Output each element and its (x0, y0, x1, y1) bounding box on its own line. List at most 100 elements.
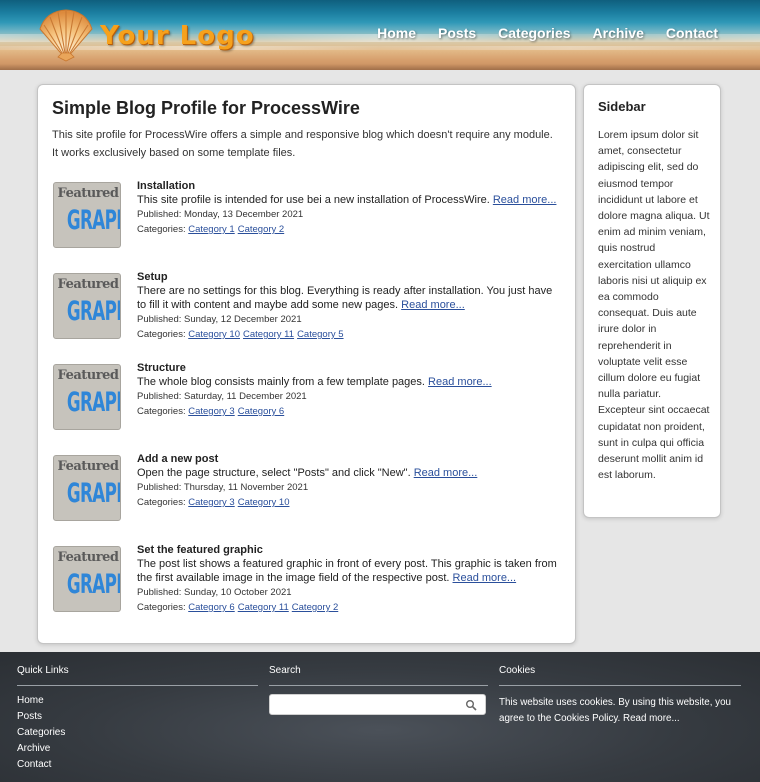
search-box (269, 694, 486, 715)
post-body: Structure The whole blog consists mainly… (137, 362, 562, 418)
featured-graphic-line1: Featured (57, 459, 119, 474)
site-logo[interactable]: Your Logo (36, 7, 296, 62)
footer-link-posts[interactable]: Posts (17, 709, 258, 725)
featured-graphic-line2: GRAPHIC (66, 478, 120, 509)
main-nav: Home Posts Categories Archive Contact (355, 25, 718, 41)
footer-cookies: Cookies This website uses cookies. By us… (499, 665, 741, 727)
post-categories: Categories: Category 1 Category 2 (137, 223, 562, 236)
post-title: Add a new post (137, 453, 219, 465)
post-description: The whole blog consists mainly from a fe… (137, 375, 562, 389)
post-item: Featured GRAPHIC Set the featured graphi… (53, 544, 563, 614)
featured-graphic-line1: Featured (57, 368, 119, 383)
page-intro: This site profile for ProcessWire offers… (52, 129, 553, 159)
category-link[interactable]: Category 2 (292, 602, 338, 613)
site-footer: Quick Links Home Posts Categories Archiv… (0, 652, 760, 782)
category-link[interactable]: Category 11 (238, 602, 289, 613)
post-item: Featured GRAPHIC Add a new post Open the… (53, 453, 563, 523)
post-description-text: This site profile is intended for use be… (137, 194, 490, 206)
category-link[interactable]: Category 2 (238, 224, 284, 235)
post-categories: Categories: Category 3 Category 10 (137, 496, 562, 509)
categories-label: Categories: (137, 406, 186, 417)
post-body: Add a new post Open the page structure, … (137, 453, 562, 509)
category-link[interactable]: Category 3 (188, 497, 234, 508)
post-title: Set the featured graphic (137, 544, 263, 556)
category-link[interactable]: Category 10 (238, 497, 290, 508)
header-shadow (0, 64, 760, 70)
category-link[interactable]: Category 10 (188, 329, 240, 340)
categories-label: Categories: (137, 602, 186, 613)
categories-label: Categories: (137, 224, 186, 235)
nav-archive[interactable]: Archive (593, 25, 644, 41)
footer-search: Search (269, 665, 488, 715)
category-link[interactable]: Category 3 (188, 406, 234, 417)
post-description: There are no settings for this blog. Eve… (137, 284, 562, 312)
search-icon[interactable] (465, 699, 477, 711)
post-item: Featured GRAPHIC Structure The whole blo… (53, 362, 563, 432)
post-item: Featured GRAPHIC Setup There are no sett… (53, 271, 563, 341)
read-more-link[interactable]: Read more... (428, 376, 492, 388)
post-published: Published: Thursday, 11 November 2021 (137, 482, 309, 493)
main-content: Simple Blog Profile for ProcessWire This… (37, 84, 576, 644)
featured-graphic-line2: GRAPHIC (66, 296, 120, 327)
nav-contact[interactable]: Contact (666, 25, 718, 41)
featured-graphic[interactable]: Featured GRAPHIC (53, 455, 121, 521)
featured-graphic[interactable]: Featured GRAPHIC (53, 273, 121, 339)
post-categories: Categories: Category 10 Category 11 Catego… (137, 328, 562, 341)
post-published: Published: Saturday, 11 December 2021 (137, 391, 307, 402)
cookies-read-more-link[interactable]: Read more... (623, 713, 680, 724)
featured-graphic[interactable]: Featured GRAPHIC (53, 182, 121, 248)
quick-links-title: Quick Links (17, 665, 69, 676)
cookies-title: Cookies (499, 665, 536, 676)
footer-link-contact[interactable]: Contact (17, 757, 258, 773)
read-more-link[interactable]: Read more... (401, 299, 465, 311)
post-item: Featured GRAPHIC Installation This site … (53, 180, 563, 250)
quick-links-list: Home Posts Categories Archive Contact (17, 693, 258, 773)
read-more-link[interactable]: Read more... (414, 467, 478, 479)
post-description-text: Open the page structure, select "Posts" … (137, 467, 411, 479)
category-link[interactable]: Category 1 (188, 224, 234, 235)
read-more-link[interactable]: Read more... (453, 572, 517, 584)
featured-graphic-line2: GRAPHIC (66, 569, 120, 600)
post-title: Structure (137, 362, 186, 374)
footer-link-home[interactable]: Home (17, 693, 258, 709)
post-categories: Categories: Category 3 Category 6 (137, 405, 562, 418)
footer-link-categories[interactable]: Categories (17, 725, 258, 741)
nav-categories[interactable]: Categories (498, 25, 570, 41)
featured-graphic[interactable]: Featured GRAPHIC (53, 546, 121, 612)
footer-divider (17, 685, 258, 686)
sidebar-title: Sidebar (598, 99, 646, 114)
site-header: Your Logo Home Posts Categories Archive … (0, 0, 760, 70)
read-more-link[interactable]: Read more... (493, 194, 557, 206)
footer-link-archive[interactable]: Archive (17, 741, 258, 757)
post-title: Installation (137, 180, 196, 192)
categories-label: Categories: (137, 329, 186, 340)
post-description: This site profile is intended for use be… (137, 193, 562, 207)
category-link[interactable]: Category 6 (238, 406, 284, 417)
footer-divider (499, 685, 741, 686)
page-title: Simple Blog Profile for ProcessWire (52, 98, 360, 118)
nav-posts[interactable]: Posts (438, 25, 476, 41)
post-categories: Categories: Category 6 Category 11 Categor… (137, 601, 562, 614)
category-link[interactable]: Category 11 (243, 329, 294, 340)
category-link[interactable]: Category 5 (297, 329, 343, 340)
nav-home[interactable]: Home (377, 25, 416, 41)
search-input[interactable] (274, 696, 464, 715)
search-title: Search (269, 665, 301, 676)
post-published: Published: Monday, 13 December 2021 (137, 209, 304, 220)
post-body: Set the featured graphic The post list s… (137, 544, 562, 614)
post-published: Published: Sunday, 10 October 2021 (137, 587, 292, 598)
cookies-notice: This website uses cookies. By using this… (499, 695, 741, 727)
post-body: Installation This site profile is intend… (137, 180, 562, 236)
featured-graphic-line2: GRAPHIC (66, 387, 120, 418)
footer-divider (269, 685, 488, 686)
post-published: Published: Sunday, 12 December 2021 (137, 314, 302, 325)
featured-graphic-line2: GRAPHIC (66, 205, 120, 236)
post-title: Setup (137, 271, 168, 283)
scallop-shell-icon (39, 9, 93, 62)
sidebar: Sidebar Lorem ipsum dolor sit amet, cons… (583, 84, 721, 518)
category-link[interactable]: Category 6 (188, 602, 234, 613)
post-body: Setup There are no settings for this blo… (137, 271, 562, 341)
featured-graphic-line1: Featured (57, 186, 119, 201)
logo-text: Your Logo (100, 21, 255, 51)
featured-graphic[interactable]: Featured GRAPHIC (53, 364, 121, 430)
